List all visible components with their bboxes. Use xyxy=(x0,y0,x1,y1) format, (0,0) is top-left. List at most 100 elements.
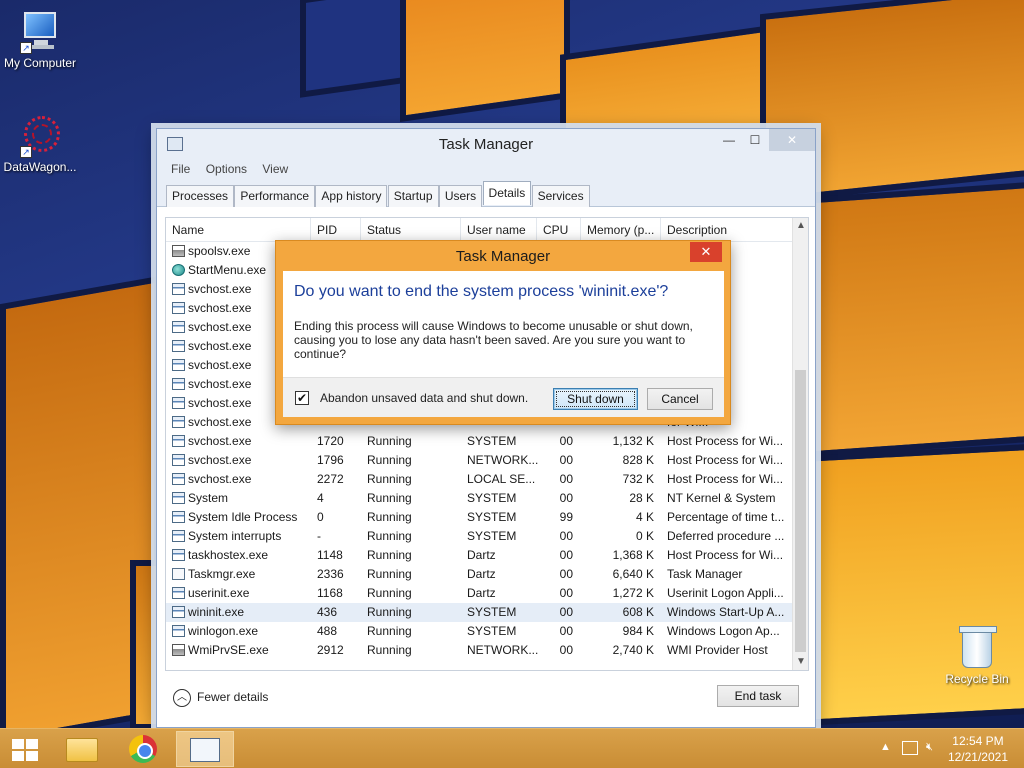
column-header-pid[interactable]: PID xyxy=(311,218,361,242)
dialog-close-button[interactable]: ✕ xyxy=(690,242,722,262)
tab-startup[interactable]: Startup xyxy=(387,185,439,207)
column-header-description[interactable]: Description xyxy=(661,218,793,242)
tab-performance[interactable]: Performance xyxy=(234,185,316,207)
shortcut-arrow-icon: ↗ xyxy=(20,146,32,158)
cell-name: winlogon.exe xyxy=(188,624,259,638)
cancel-button[interactable]: Cancel xyxy=(647,388,713,410)
cell-desc: Host Process for Wi... xyxy=(667,453,784,467)
cell-desc: NT Kernel & System xyxy=(667,491,776,505)
taskbar-task-manager[interactable] xyxy=(176,731,234,767)
cell-status: Running xyxy=(367,605,412,619)
end-process-dialog: Task Manager ✕ Do you want to end the sy… xyxy=(275,240,731,425)
table-row[interactable]: taskhostex.exe 1148 Running Dartz 00 1,368 K H… xyxy=(166,546,808,565)
cell-user: SYSTEM xyxy=(467,624,517,638)
process-icon xyxy=(172,492,185,504)
tab-processes[interactable]: Processes xyxy=(166,185,235,207)
process-icon xyxy=(172,416,185,428)
cell-name: taskhostex.exe xyxy=(188,548,269,562)
table-row[interactable]: svchost.exe 1796 Running NETWORK... 00 828 K H… xyxy=(166,451,808,470)
table-row[interactable]: Taskmgr.exe 2336 Running Dartz 00 6,640 K Task… xyxy=(166,565,808,584)
fewer-details-link[interactable]: ︿ Fewer details xyxy=(173,687,268,707)
cell-mem: 1,368 K xyxy=(612,548,654,562)
cell-user: SYSTEM xyxy=(467,491,517,505)
column-header-user-name[interactable]: User name xyxy=(461,218,537,242)
process-icon xyxy=(172,530,185,542)
taskbar-chrome[interactable] xyxy=(118,731,170,767)
vertical-scrollbar[interactable]: ▲ ▼ xyxy=(792,218,808,670)
table-row[interactable]: svchost.exe 1720 Running SYSTEM 00 1,132 K Hos… xyxy=(166,432,808,451)
cell-mem: 4 K xyxy=(635,510,654,524)
system-tray: ▲ 🔇︎ 12:54 PM 12/21/2021 xyxy=(864,729,1024,768)
table-row[interactable]: wininit.exe 436 Running SYSTEM 00 608 K Window… xyxy=(166,603,808,622)
dialog-title: Task Manager xyxy=(455,248,551,265)
column-header-memory[interactable]: Memory (p... xyxy=(581,218,661,242)
process-icon xyxy=(172,568,185,580)
cell-pid: 0 xyxy=(317,510,324,524)
close-button[interactable]: ✕ xyxy=(769,129,815,151)
cell-mem: 28 K xyxy=(629,491,654,505)
cell-user: Dartz xyxy=(467,548,496,562)
tab-services[interactable]: Services xyxy=(531,185,590,207)
menu-view[interactable]: View xyxy=(262,159,288,179)
table-row[interactable]: userinit.exe 1168 Running Dartz 00 1,272 K Use… xyxy=(166,584,808,603)
table-row[interactable]: System 4 Running SYSTEM 00 28 K NT Kernel & Sy… xyxy=(166,489,808,508)
cell-mem: 984 K xyxy=(622,624,654,638)
end-task-button[interactable]: End task xyxy=(717,685,799,707)
tab-details[interactable]: Details xyxy=(482,181,532,205)
dialog-heading: Do you want to end the system process 'w… xyxy=(294,283,669,300)
recycle-bin-icon xyxy=(959,626,997,668)
table-row[interactable]: svchost.exe 2272 Running LOCAL SE... 00 732 K… xyxy=(166,470,808,489)
tab-users[interactable]: Users xyxy=(438,185,483,207)
cell-desc: Percentage of time t... xyxy=(667,510,785,524)
minimize-button[interactable]: — xyxy=(715,129,743,151)
cell-desc: Host Process for Wi... xyxy=(667,548,784,562)
taskbar-clock[interactable]: 12:54 PM 12/21/2021 xyxy=(948,733,1008,765)
abandon-data-label[interactable]: Abandon unsaved data and shut down. xyxy=(320,391,528,405)
table-row[interactable]: WmiPrvSE.exe 2912 Running NETWORK... 00 2,740… xyxy=(166,641,808,660)
maximize-button[interactable]: ☐ xyxy=(741,129,769,151)
tab-app-history[interactable]: App history xyxy=(315,185,388,207)
cell-desc: Windows Logon Ap... xyxy=(667,624,780,638)
cell-pid: 1168 xyxy=(317,586,343,600)
cell-cpu: 99 xyxy=(559,510,573,524)
column-header-cpu[interactable]: CPU xyxy=(537,218,581,242)
process-icon xyxy=(172,264,185,276)
dialog-titlebar[interactable]: Task Manager ✕ xyxy=(276,241,730,271)
menu-options[interactable]: Options xyxy=(206,159,247,179)
cell-user: SYSTEM xyxy=(467,434,517,448)
cell-status: Running xyxy=(367,491,412,505)
shut-down-button[interactable]: Shut down xyxy=(553,388,638,410)
table-row[interactable]: System Idle Process 0 Running SYSTEM 99 4 K Pe… xyxy=(166,508,808,527)
cell-status: Running xyxy=(367,643,412,657)
taskbar-file-explorer[interactable] xyxy=(58,731,110,767)
cell-user: Dartz xyxy=(467,567,496,581)
cell-desc: Host Process for Wi... xyxy=(667,472,784,486)
column-header-name[interactable]: Name xyxy=(166,218,311,242)
cell-status: Running xyxy=(367,472,412,486)
window-titlebar[interactable]: Task Manager — ☐ ✕ xyxy=(157,129,815,159)
network-icon[interactable] xyxy=(902,741,918,755)
cell-desc: Deferred procedure ... xyxy=(667,529,785,543)
menu-file[interactable]: File xyxy=(171,159,190,179)
abandon-data-checkbox[interactable]: ✔ xyxy=(295,391,309,405)
column-header-status[interactable]: Status xyxy=(361,218,461,242)
cell-pid: 1796 xyxy=(317,453,344,467)
desktop-icon-recycle-bin[interactable]: Recycle Bin xyxy=(940,626,1014,686)
cell-mem: 732 K xyxy=(622,472,654,486)
table-row[interactable]: System interrupts - Running SYSTEM 00 0 K Defe… xyxy=(166,527,808,546)
process-icon xyxy=(172,245,185,257)
desktop-icon-datawagon[interactable]: ↗ DataWagon... xyxy=(0,114,80,174)
cell-status: Running xyxy=(367,586,412,600)
table-row[interactable]: winlogon.exe 488 Running SYSTEM 00 984 K Windo… xyxy=(166,622,808,641)
scroll-up-icon[interactable]: ▲ xyxy=(793,218,808,234)
scrollbar-thumb[interactable] xyxy=(795,370,806,652)
cell-mem: 2,740 K xyxy=(612,643,654,657)
cell-pid: 436 xyxy=(317,605,338,619)
desktop-icon-my-computer[interactable]: ↗ My Computer xyxy=(0,10,80,70)
chevron-up-icon: ︿ xyxy=(173,688,191,707)
scroll-down-icon[interactable]: ▼ xyxy=(793,654,808,670)
cell-desc: Host Process for Wi... xyxy=(667,434,784,448)
start-button[interactable] xyxy=(0,731,52,767)
volume-muted-icon[interactable]: 🔇︎ xyxy=(926,741,933,754)
show-hidden-icons-icon[interactable]: ▲ xyxy=(880,741,891,753)
